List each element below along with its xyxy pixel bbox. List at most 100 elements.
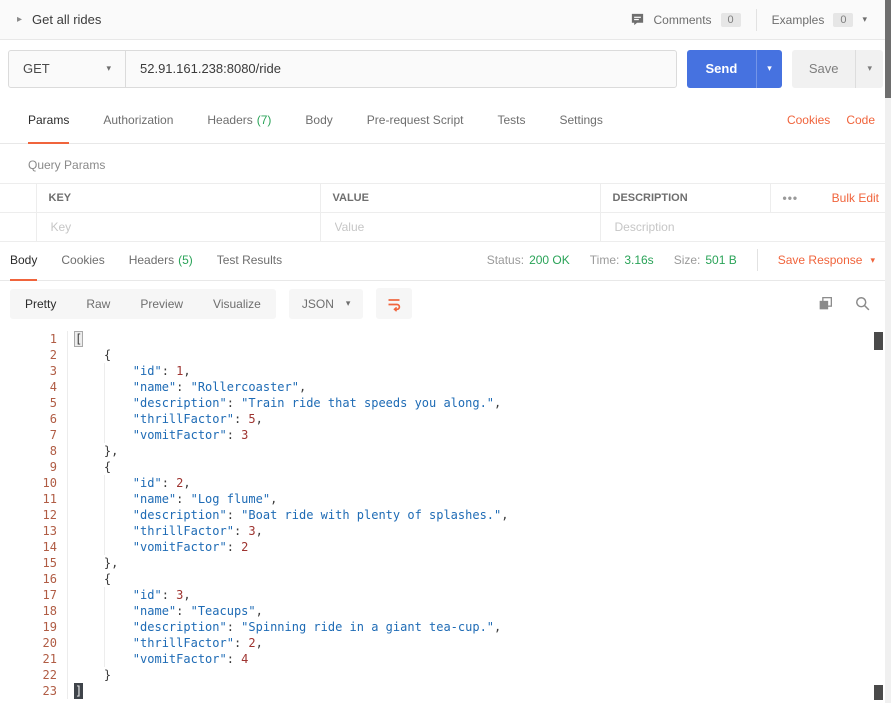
tab-label: Body [10, 253, 38, 267]
line-content: "id": 2, [68, 475, 191, 491]
window-scrollbar[interactable] [885, 0, 891, 703]
code-link[interactable]: Code [846, 113, 875, 127]
line-content: [ [73, 331, 84, 347]
view-mode-raw[interactable]: Raw [71, 289, 125, 319]
line-content: "description": "Spinning ride in a giant… [68, 619, 501, 635]
tab-headers[interactable]: Headers (7) [207, 97, 271, 143]
chevron-down-icon: ▾ [345, 298, 351, 308]
tab-test-results[interactable]: Test Results [217, 240, 282, 280]
cookies-link[interactable]: Cookies [787, 113, 830, 127]
code-line: 22 } [0, 667, 891, 683]
time-badge: Time: 3.16s [590, 253, 654, 267]
window-scrollbar-thumb[interactable] [885, 0, 891, 98]
column-header-value: VALUE [320, 183, 601, 213]
line-number: 14 [0, 539, 68, 555]
method-select[interactable]: GET ▾ [9, 50, 126, 87]
send-button-group: Send ▾ [686, 49, 782, 88]
examples-button[interactable]: Examples 0 ▾ [771, 12, 867, 27]
comments-label: Comments [653, 12, 712, 27]
examples-label: Examples [771, 12, 825, 27]
tab-settings[interactable]: Settings [560, 97, 603, 143]
url-input[interactable] [126, 50, 676, 87]
line-number: 13 [0, 523, 68, 539]
tab-label: Cookies [61, 253, 105, 267]
code-line: 10 "id": 2, [0, 475, 891, 491]
tab-authorization[interactable]: Authorization [103, 97, 173, 143]
topbar-divider [755, 8, 757, 31]
status-value: 200 OK [529, 253, 570, 267]
line-number: 19 [0, 619, 68, 635]
code-horizontal-scrollbar-thumb[interactable] [874, 685, 883, 700]
save-options-button[interactable]: ▾ [856, 63, 883, 74]
param-description-input[interactable] [612, 219, 879, 235]
query-params-section: Query Params KEY VALUE DESCRIPTION ••• B… [0, 144, 891, 242]
line-number: 11 [0, 491, 68, 507]
query-params-title: Query Params [28, 158, 106, 172]
tab-label: Body [305, 113, 333, 127]
line-number: 18 [0, 603, 68, 619]
code-line: 12 "description": "Boat ride with plenty… [0, 507, 891, 523]
line-number: 5 [0, 395, 68, 411]
line-content: "vomitFactor": 3 [68, 427, 248, 443]
code-line: 13 "thrillFactor": 3, [0, 523, 891, 539]
response-header: Body Cookies Headers (5) Test Results Status… [0, 240, 891, 281]
search-icon[interactable] [854, 295, 871, 312]
tab-label: Headers [128, 253, 175, 267]
code-vertical-scrollbar-thumb[interactable] [874, 332, 883, 350]
method-value: GET [23, 61, 50, 76]
tab-params[interactable]: Params [28, 97, 70, 144]
tab-tests[interactable]: Tests [497, 97, 525, 143]
bulk-edit-link[interactable]: Bulk Edit [832, 191, 879, 205]
line-number: 9 [0, 459, 68, 475]
copy-button[interactable] [817, 295, 834, 312]
status-divider [756, 249, 758, 271]
line-content: "vomitFactor": 2 [68, 539, 248, 555]
column-header-description: DESCRIPTION [600, 183, 771, 213]
save-button[interactable]: Save [792, 61, 856, 76]
send-options-button[interactable]: ▾ [757, 63, 782, 74]
view-mode-visualize[interactable]: Visualize [198, 289, 276, 319]
request-title: Get all rides [32, 12, 102, 27]
line-content: { [75, 348, 112, 362]
chevron-right-icon[interactable]: ▸ [17, 14, 22, 25]
response-body-code: 1[2 {3 "id": 1, 4 "name": "Rollercoaster"… [0, 326, 891, 703]
param-key-input[interactable] [48, 219, 308, 235]
line-number: 15 [0, 555, 68, 571]
format-value: JSON [301, 296, 334, 311]
format-select[interactable]: JSON ▾ [288, 288, 364, 319]
code-line: 6 "thrillFactor": 5, [0, 411, 891, 427]
line-number: 2 [0, 347, 68, 363]
response-toolbar: Pretty Raw Preview Visualize JSON ▾ [0, 281, 891, 326]
size-badge: Size: 501 B [674, 253, 737, 267]
line-content: "id": 3, [68, 587, 191, 603]
more-options-button[interactable]: ••• [783, 191, 799, 205]
tab-label: Headers [207, 113, 253, 127]
save-button-group: Save ▾ [791, 49, 883, 88]
line-number: 17 [0, 587, 68, 603]
tab-body[interactable]: Body [305, 97, 332, 143]
examples-count-badge: 0 [833, 12, 854, 27]
chevron-down-icon: ▾ [862, 14, 867, 24]
tab-count: (5) [178, 253, 193, 267]
view-mode-pretty[interactable]: Pretty [10, 289, 71, 319]
code-line: 14 "vomitFactor": 2 [0, 539, 891, 555]
wrap-lines-button[interactable] [376, 288, 413, 319]
code-line: 11 "name": "Log flume", [0, 491, 891, 507]
tab-body[interactable]: Body [10, 240, 38, 281]
tab-label: Params [28, 113, 70, 127]
response-tabs: Body Cookies Headers (5) Test Results [10, 240, 282, 281]
url-group: GET ▾ [8, 49, 677, 88]
tab-headers[interactable]: Headers (5) [129, 240, 193, 280]
line-content: "name": "Log flume", [68, 491, 277, 507]
tab-cookies[interactable]: Cookies [61, 240, 104, 280]
line-content: "thrillFactor": 2, [68, 635, 263, 651]
tab-pre-request-script[interactable]: Pre-request Script [367, 97, 464, 143]
save-response-button[interactable]: Save Response ▾ [778, 253, 875, 267]
send-button[interactable]: Send [687, 61, 757, 76]
comments-button[interactable]: Comments 0 [630, 12, 741, 27]
view-mode-preview[interactable]: Preview [125, 289, 198, 319]
comment-icon [630, 12, 645, 27]
code-line: 7 "vomitFactor": 3 [0, 427, 891, 443]
row-handle-cell [0, 183, 37, 213]
param-value-input[interactable] [332, 219, 588, 235]
